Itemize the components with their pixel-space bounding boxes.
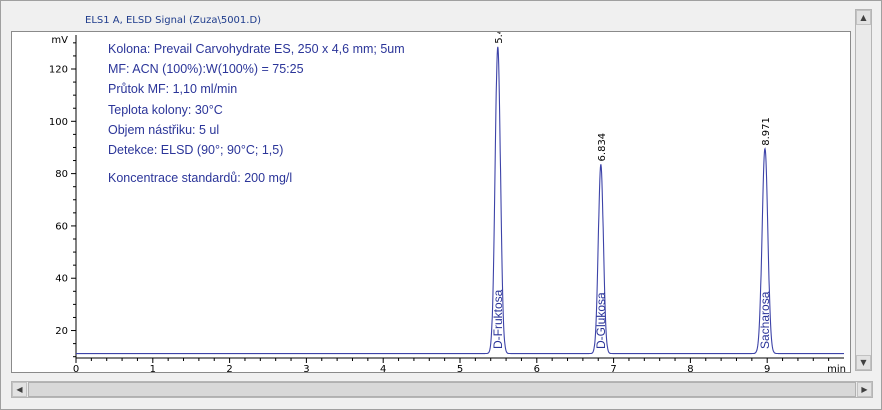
chromatogram-chart: 20 40 60 80 100 120 mV 0 1 2 3 4 5 6 7 8 9 min 5.492 D-Fruk… — [49, 32, 846, 372]
peak-retention-label: 6.834 — [597, 133, 608, 162]
method-annotation: MF: ACN (100%):W(100%) = 75:25 — [108, 62, 304, 76]
method-annotation: Objem nástřiku: 5 ul — [108, 123, 219, 137]
method-annotation: Koncentrace standardů: 200 mg/l — [108, 171, 292, 185]
method-annotation: Kolona: Prevail Carvohydrate ES, 250 x 4… — [108, 42, 405, 56]
x-tick-label: 3 — [303, 364, 309, 372]
chart-panel: 20 40 60 80 100 120 mV 0 1 2 3 4 5 6 7 8 9 min 5.492 D-Fruk… — [11, 31, 851, 373]
horizontal-scrollbar[interactable]: ◀ ▶ — [11, 381, 873, 398]
y-tick-label: 80 — [55, 169, 68, 180]
scroll-up-icon[interactable]: ▲ — [856, 10, 871, 25]
y-axis-label: mV — [51, 35, 68, 46]
x-tick-label: 8 — [687, 364, 693, 372]
x-tick-label: 4 — [380, 364, 386, 372]
chromatogram-window: ELS1 A, ELSD Signal (Zuza\5001.D) 20 40 60… — [0, 0, 882, 410]
scroll-down-icon[interactable]: ▼ — [856, 355, 871, 370]
x-tick-label: 9 — [764, 364, 770, 372]
scroll-right-icon[interactable]: ▶ — [857, 382, 872, 397]
x-tick-label: 7 — [610, 364, 616, 372]
x-tick-label: 1 — [150, 364, 156, 372]
x-tick-label: 0 — [73, 364, 79, 372]
x-tick-label: 6 — [534, 364, 540, 372]
method-annotation: Detekce: ELSD (90°; 90°C; 1,5) — [108, 143, 283, 157]
signal-title: ELS1 A, ELSD Signal (Zuza\5001.D) — [85, 15, 262, 26]
peak-retention-label: 8.971 — [761, 117, 772, 146]
scroll-left-icon[interactable]: ◀ — [12, 382, 27, 397]
x-tick-label: 5 — [457, 364, 463, 372]
y-tick-label: 120 — [49, 65, 68, 76]
peak-compound-label: D-Fruktosa — [491, 289, 505, 349]
method-annotation: Průtok MF: 1,10 ml/min — [108, 82, 237, 96]
scroll-thumb[interactable] — [28, 382, 856, 397]
x-tick-label: 2 — [226, 364, 232, 372]
y-tick-label: 60 — [55, 221, 68, 232]
peak-compound-label: D-Glukosa — [594, 292, 608, 349]
peak-retention-label: 5.492 — [494, 32, 505, 44]
y-tick-label: 20 — [55, 326, 68, 337]
peak-compound-label: Sacharosa — [758, 291, 772, 349]
y-tick-label: 100 — [49, 117, 68, 128]
y-tick-label: 40 — [55, 274, 68, 285]
method-annotation: Teplota kolony: 30°C — [108, 103, 223, 117]
x-axis-label: min — [827, 364, 846, 372]
vertical-scrollbar[interactable]: ▲ ▼ — [855, 9, 872, 371]
